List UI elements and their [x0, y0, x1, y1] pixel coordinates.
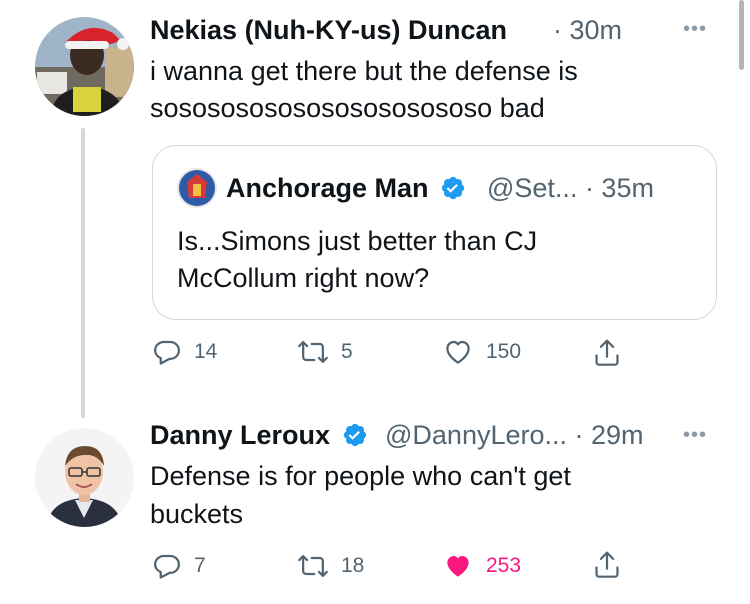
share-icon [595, 551, 619, 578]
heart-outline-icon [446, 340, 470, 364]
scrollbar[interactable] [739, 0, 744, 70]
verified-badge-icon [343, 423, 366, 446]
tweet-text-line-2: sosososososososososososo bad [150, 93, 545, 123]
share-button[interactable] [592, 337, 622, 369]
heart-filled-icon [447, 556, 469, 577]
reply-button[interactable]: 7 [152, 551, 206, 581]
like-button[interactable]: 150 [442, 337, 521, 367]
reply-icon [154, 554, 180, 579]
reply-count: 7 [194, 554, 206, 577]
reply-count: 14 [194, 340, 218, 363]
share-button[interactable] [592, 549, 622, 581]
retweet-icon [298, 555, 328, 577]
author-name-text[interactable]: Danny Leroux [150, 420, 330, 450]
avatar-anchorage-man[interactable] [177, 168, 217, 208]
like-button[interactable]: 253 [442, 551, 521, 581]
quote-text-line-1: Is...Simons just better than CJ [177, 226, 538, 256]
tweet-text-line-1: i wanna get there but the defense is [150, 56, 578, 86]
quote-author-name[interactable]: Anchorage Man [226, 173, 466, 204]
quote-text-line-2: McCollum right now? [177, 263, 430, 293]
tweet-timestamp[interactable]: · 30m [553, 15, 622, 46]
avatar-nekias[interactable] [35, 17, 134, 116]
reply-icon [154, 340, 180, 365]
like-count: 253 [486, 554, 522, 577]
tweet-text-line-2: buckets [150, 499, 244, 529]
reply-button[interactable]: 14 [152, 337, 217, 367]
tweet-text-line-1: Defense is for people who can't get [150, 461, 571, 491]
like-count: 150 [486, 340, 522, 363]
tweet-handle-time[interactable]: @DannyLero... · 29m [385, 420, 644, 451]
avatar-danny-leroux[interactable] [35, 428, 134, 527]
author-name[interactable]: Nekias (Nuh-KY-us) Duncan [150, 15, 507, 46]
retweet-count: 5 [341, 340, 353, 363]
retweet-button[interactable]: 5 [297, 337, 353, 367]
retweet-count: 18 [341, 554, 365, 577]
share-icon [595, 339, 619, 366]
retweet-icon [298, 341, 328, 363]
quote-author-name-text[interactable]: Anchorage Man [226, 173, 429, 203]
more-options-icon[interactable]: ••• [683, 18, 707, 41]
more-options-icon[interactable]: ••• [683, 424, 707, 447]
quote-handle-time[interactable]: @Set... · 35m [487, 173, 654, 204]
verified-badge-icon [441, 176, 465, 199]
author-name[interactable]: Danny Leroux [150, 420, 368, 451]
retweet-button[interactable]: 18 [297, 551, 364, 581]
thread-connector-line [81, 128, 85, 418]
